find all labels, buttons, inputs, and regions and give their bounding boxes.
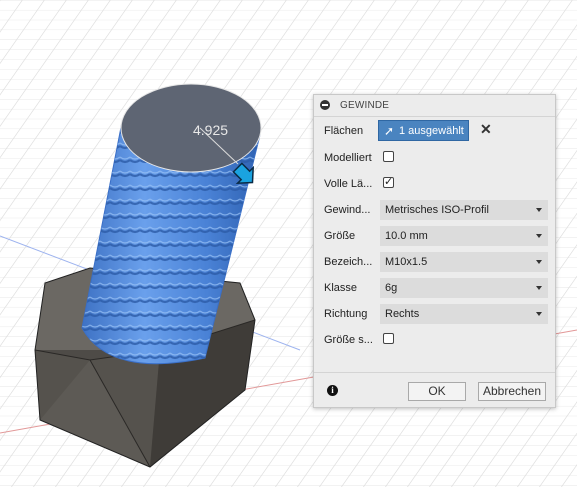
label-groesse-speichern: Größe s... — [324, 334, 373, 346]
row-groesse: Größe 10.0 mm — [314, 225, 555, 247]
row-modelliert: Modelliert — [314, 147, 555, 169]
label-groesse: Größe — [324, 230, 356, 242]
thread-dialog: GEWINDE Flächen ➚ 1 ausgewählt ✕ Modelli… — [313, 94, 556, 408]
class-value: 6g — [385, 282, 398, 294]
size-dropdown[interactable]: 10.0 mm — [380, 226, 548, 246]
dialog-title: GEWINDE — [340, 100, 390, 111]
direction-value: Rechts — [385, 308, 420, 320]
ok-button[interactable]: OK — [408, 382, 466, 401]
row-gewindetyp: Gewind... Metrisches ISO-Profil — [314, 199, 555, 221]
label-gewindetyp: Gewind... — [324, 204, 371, 216]
shank-top-face[interactable] — [120, 83, 262, 173]
row-groesse-speichern: Größe s... — [314, 329, 555, 351]
label-klasse: Klasse — [324, 282, 358, 294]
label-richtung: Richtung — [324, 308, 368, 320]
chevron-down-icon — [536, 234, 542, 238]
designation-value: M10x1.5 — [385, 256, 428, 268]
cancel-button[interactable]: Abbrechen — [478, 382, 546, 401]
modelliert-checkbox[interactable] — [383, 151, 394, 162]
row-klasse: Klasse 6g — [314, 277, 555, 299]
info-icon[interactable]: i — [327, 385, 338, 396]
thread-type-value: Metrisches ISO-Profil — [385, 204, 489, 216]
groesse-speichern-checkbox[interactable] — [383, 333, 394, 344]
clear-selection-icon[interactable]: ✕ — [480, 121, 492, 138]
dialog-footer: i OK Abbrechen — [314, 372, 555, 408]
size-value: 10.0 mm — [385, 230, 428, 242]
label-modelliert: Modelliert — [324, 152, 372, 164]
collapse-icon[interactable] — [320, 100, 330, 110]
chevron-down-icon — [536, 208, 542, 212]
class-dropdown[interactable]: 6g — [380, 278, 548, 298]
cursor-icon: ➚ — [384, 124, 395, 138]
label-volle-laenge: Volle Lä... — [324, 178, 373, 190]
label-bezeichnung: Bezeich... — [324, 256, 373, 268]
row-richtung: Richtung Rechts — [314, 303, 555, 325]
thread-type-dropdown[interactable]: Metrisches ISO-Profil — [380, 200, 548, 220]
row-flaechen: Flächen ➚ 1 ausgewählt ✕ — [314, 120, 555, 142]
chevron-down-icon — [536, 286, 542, 290]
row-bezeichnung: Bezeich... M10x1.5 — [314, 251, 555, 273]
dialog-header[interactable]: GEWINDE — [314, 95, 555, 117]
faces-select-button[interactable]: ➚ 1 ausgewählt — [378, 120, 469, 141]
label-flaechen: Flächen — [324, 125, 364, 137]
dimension-value[interactable]: 4.925 — [193, 122, 228, 138]
chevron-down-icon — [536, 260, 542, 264]
volle-laenge-checkbox[interactable]: ✓ — [383, 177, 394, 188]
designation-dropdown[interactable]: M10x1.5 — [380, 252, 548, 272]
row-volle-laenge: Volle Lä... ✓ — [314, 173, 555, 195]
direction-dropdown[interactable]: Rechts — [380, 304, 548, 324]
chevron-down-icon — [536, 312, 542, 316]
faces-selection-text: 1 ausgewählt — [399, 125, 464, 137]
